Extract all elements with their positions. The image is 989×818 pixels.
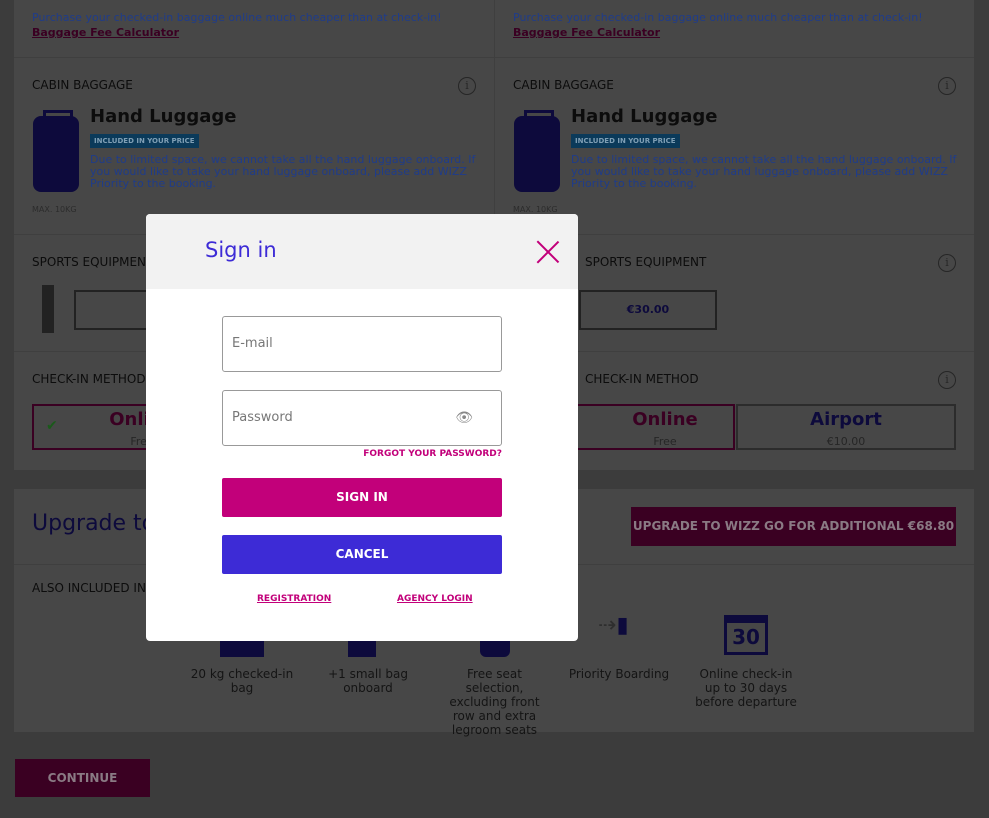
section-heading: CHECK-IN METHOD	[585, 372, 699, 386]
feature-label: +1 small bag onboard	[328, 667, 408, 695]
suitcase-icon	[514, 110, 560, 192]
max-weight: MAX. 10KG	[32, 205, 77, 214]
info-icon[interactable]: i	[938, 77, 956, 95]
included-badge: INCLUDED IN YOUR PRICE	[571, 134, 680, 148]
baggage-fee-calculator-link[interactable]: Baggage Fee Calculator	[32, 26, 179, 39]
feature-label: Priority Boarding	[568, 667, 670, 681]
section-heading: CHECK-IN METHOD	[32, 372, 146, 386]
sign-in-button[interactable]: SIGN IN	[222, 478, 502, 517]
promo: Purchase your checked-in baggage online …	[495, 0, 974, 58]
email-field[interactable]: E-mail	[222, 316, 502, 372]
included-badge: INCLUDED IN YOUR PRICE	[90, 134, 199, 148]
sports-price-button[interactable]: €30.00	[579, 290, 717, 330]
calendar-icon: 30	[724, 615, 768, 655]
option-price: €10.00	[826, 435, 866, 448]
section-heading: SPORTS EQUIPMENT	[32, 255, 154, 269]
section-heading: CABIN BAGGAGE	[513, 78, 614, 92]
info-icon[interactable]: i	[938, 254, 956, 272]
agency-login-link[interactable]: AGENCY LOGIN	[397, 594, 473, 604]
password-placeholder: Password	[232, 410, 293, 425]
cabin-baggage-section: CABIN BAGGAGE i Hand Luggage INCLUDED IN…	[14, 58, 494, 235]
max-weight: MAX. 10KG	[513, 205, 558, 214]
continue-button[interactable]: CONTINUE	[15, 759, 150, 797]
section-heading: CABIN BAGGAGE	[32, 78, 133, 92]
option-label: Airport	[810, 409, 882, 430]
eye-icon[interactable]: 👁	[455, 391, 473, 445]
promo: Purchase your checked-in baggage online …	[14, 0, 494, 58]
forgot-password-link[interactable]: FORGOT YOUR PASSWORD?	[363, 449, 502, 459]
feature-label: Free seat selection, excluding front row…	[449, 667, 540, 737]
option-label: Online	[632, 409, 698, 430]
close-icon[interactable]	[536, 240, 560, 264]
sign-in-modal: Sign in E-mail Password 👁 FORGOT YOUR PAS…	[146, 214, 578, 641]
upgrade-button[interactable]: UPGRADE TO WIZZ GO FOR ADDITIONAL €68.80	[631, 507, 956, 546]
ski-icon	[42, 285, 54, 333]
cancel-button[interactable]: CANCEL	[222, 535, 502, 574]
info-icon[interactable]: i	[938, 371, 956, 389]
feature-label: Online check-in up to 30 days before dep…	[695, 667, 797, 709]
registration-link[interactable]: REGISTRATION	[257, 594, 331, 604]
cabin-description: Due to limited space, we cannot take all…	[90, 153, 476, 190]
priority-boarding-icon: ⇢▮	[598, 613, 629, 638]
feature-label: 20 kg checked-in bag	[190, 667, 294, 695]
cabin-description: Due to limited space, we cannot take all…	[571, 153, 957, 190]
password-field[interactable]: Password 👁	[222, 390, 502, 446]
suitcase-icon	[33, 110, 79, 192]
option-price: Free	[653, 435, 677, 448]
checkin-airport-option[interactable]: Airport €10.00	[736, 404, 956, 450]
hand-luggage-title: Hand Luggage	[571, 106, 718, 127]
section-heading: SPORTS EQUIPMENT	[585, 255, 707, 269]
modal-title: Sign in	[205, 238, 277, 262]
check-icon: ✔	[46, 418, 58, 434]
info-icon[interactable]: i	[458, 77, 476, 95]
baggage-fee-calculator-link[interactable]: Baggage Fee Calculator	[513, 26, 660, 39]
hand-luggage-title: Hand Luggage	[90, 106, 237, 127]
cabin-baggage-section: CABIN BAGGAGE i Hand Luggage INCLUDED IN…	[495, 58, 974, 235]
